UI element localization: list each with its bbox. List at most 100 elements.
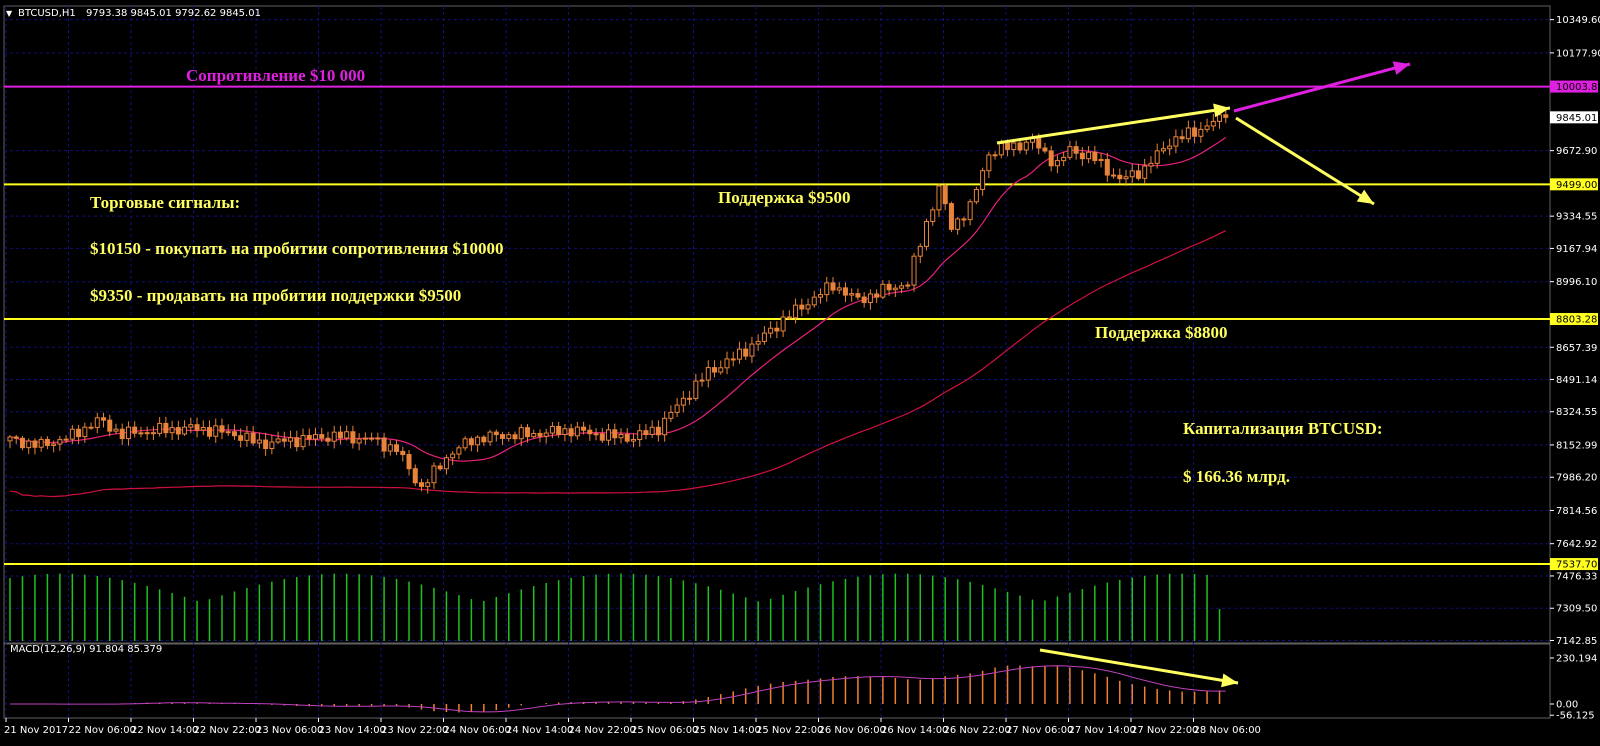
- candle-body: [693, 380, 699, 399]
- candle-body: [150, 432, 156, 435]
- symbol-dropdown-icon[interactable]: ▼: [6, 9, 13, 18]
- candle-body: [263, 439, 269, 450]
- candle-body: [905, 284, 911, 287]
- candle-body: [76, 428, 82, 438]
- ohlc-readout: 9793.38 9845.01 9792.62 9845.01: [86, 8, 261, 19]
- candle-body: [1173, 136, 1179, 147]
- candle-body: [394, 444, 400, 452]
- candle-body: [468, 438, 474, 446]
- candle-body: [188, 424, 194, 428]
- candle-body: [1036, 137, 1042, 149]
- candle-body: [169, 427, 175, 434]
- candle-body: [1042, 147, 1048, 152]
- candle-body: [443, 457, 449, 470]
- time-tick-label: 27 Nov 14:00: [1069, 725, 1136, 736]
- candle-body: [899, 285, 905, 289]
- candle-body: [38, 438, 44, 448]
- candle-body: [973, 188, 979, 203]
- candle-body: [668, 411, 674, 419]
- candle-body: [1117, 174, 1123, 180]
- candle-body: [512, 434, 518, 440]
- macd-tick-label: 0.00: [1556, 700, 1578, 711]
- candle-body: [101, 417, 107, 421]
- candle-body: [780, 316, 786, 332]
- price-chart[interactable]: 10349.60 10177.90 9672.90 9334.55 9167.94 899…: [0, 0, 1600, 746]
- candle-body: [63, 438, 69, 441]
- price-tick-label: 8152.99: [1556, 440, 1597, 451]
- candle-body: [281, 438, 287, 442]
- candle-body: [1011, 142, 1017, 150]
- time-tick-label: 22 Nov 14:00: [131, 725, 198, 736]
- candle-body: [612, 429, 618, 439]
- candle-body: [269, 441, 275, 450]
- time-tick-label: 26 Nov 14:00: [881, 725, 948, 736]
- candle-body: [51, 443, 57, 446]
- candle-body: [175, 427, 181, 435]
- candle-body: [487, 431, 493, 443]
- candle-body: [1223, 114, 1229, 118]
- candle-body: [930, 209, 936, 222]
- signal-buy: $10150 - покупать на пробитии сопротивле…: [90, 239, 504, 258]
- macd-tick-label: -56.125: [1556, 711, 1595, 722]
- price-tick-label: 8324.55: [1556, 407, 1597, 418]
- candle-body: [518, 427, 524, 440]
- candle-body: [437, 465, 443, 470]
- candle-body: [593, 433, 599, 436]
- candle-body: [344, 431, 350, 439]
- candle-body: [743, 348, 749, 357]
- candle-body: [537, 432, 543, 437]
- chart-background: [0, 0, 1600, 746]
- price-badge-label: 7537.70: [1556, 560, 1597, 571]
- candle-body: [549, 425, 555, 434]
- candle-body: [1079, 152, 1085, 160]
- candle-body: [1098, 159, 1104, 162]
- candle-body: [799, 304, 805, 310]
- candle-body: [955, 218, 961, 230]
- candle-body: [1067, 146, 1073, 158]
- candle-body: [736, 348, 742, 360]
- price-badge-label: 8803.28: [1556, 315, 1597, 326]
- candle-body: [606, 429, 612, 441]
- candle-body: [774, 327, 780, 332]
- candle-body: [836, 287, 842, 291]
- candle-body: [400, 450, 406, 456]
- candle-body: [119, 428, 125, 440]
- candle-body: [337, 431, 343, 439]
- price-badge-label: 10003.86: [1556, 82, 1600, 93]
- price-tick-label: 7309.50: [1556, 604, 1597, 615]
- candle-body: [531, 432, 537, 438]
- symbol-label: BTCUSD,H1: [18, 8, 76, 19]
- candle-body: [599, 433, 605, 441]
- time-tick-label: 27 Nov 06:00: [1006, 725, 1073, 736]
- price-tick-label: 10349.60: [1556, 15, 1600, 26]
- candle-body: [880, 283, 886, 298]
- candle-body: [1017, 142, 1023, 151]
- candle-body: [375, 437, 381, 440]
- candle-body: [69, 428, 75, 440]
- candle-body: [250, 432, 256, 444]
- candle-body: [182, 426, 188, 435]
- price-tick-label: 8996.10: [1556, 277, 1597, 288]
- candle-body: [425, 482, 431, 487]
- candle-body: [980, 170, 986, 190]
- candle-body: [288, 437, 294, 442]
- candle-body: [219, 425, 225, 433]
- candle-body: [948, 203, 954, 230]
- candle-body: [125, 426, 131, 440]
- time-tick-label: 23 Nov 14:00: [319, 725, 386, 736]
- price-tick-label: 9672.90: [1556, 146, 1597, 157]
- candle-body: [630, 439, 636, 442]
- candle-body: [319, 434, 325, 439]
- candle-body: [1204, 125, 1210, 130]
- time-tick-label: 26 Nov 22:00: [944, 725, 1011, 736]
- price-tick-label: 7814.56: [1556, 506, 1597, 517]
- candle-body: [687, 397, 693, 400]
- candle-body: [300, 434, 306, 448]
- candle-body: [481, 436, 487, 443]
- time-tick-label: 27 Nov 22:00: [1131, 725, 1198, 736]
- candle-body: [936, 185, 942, 211]
- signals-title: Торговые сигналы:: [90, 193, 240, 212]
- candle-body: [107, 419, 113, 432]
- candle-body: [200, 427, 206, 431]
- candle-body: [637, 430, 643, 441]
